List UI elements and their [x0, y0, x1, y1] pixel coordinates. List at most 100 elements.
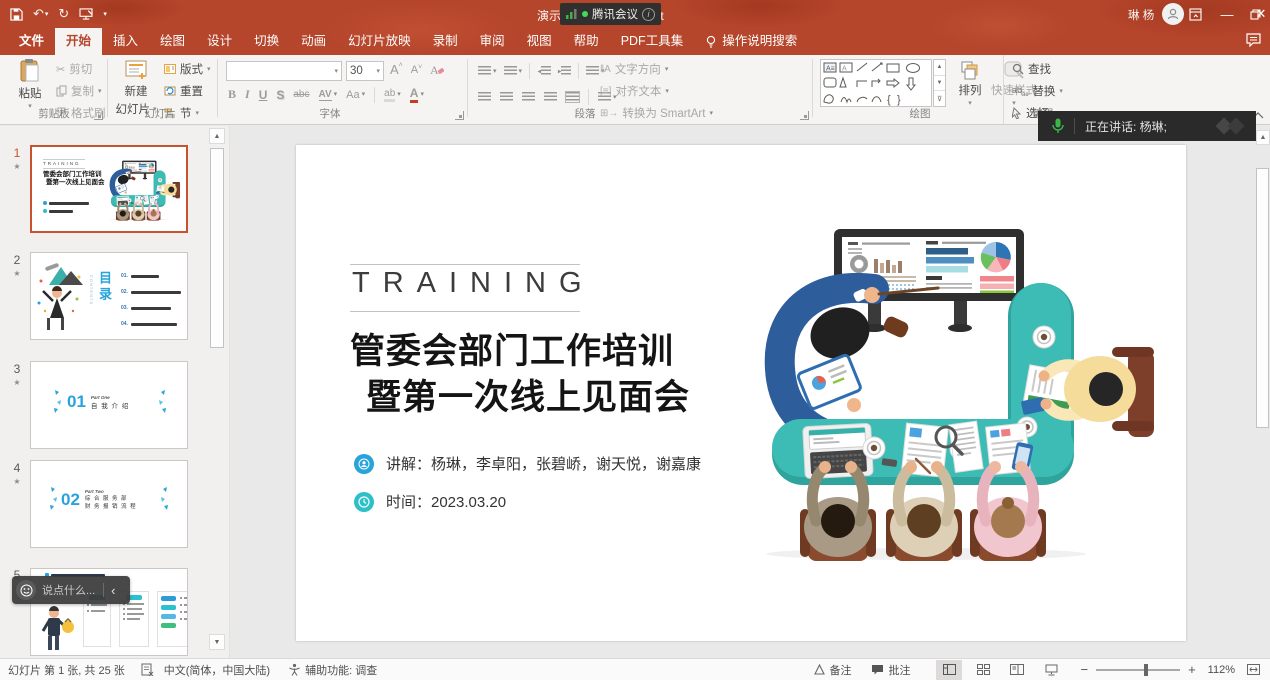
- shapes-scroll-up-icon[interactable]: ▲: [934, 60, 945, 75]
- accessibility-status[interactable]: 辅助功能: 调查: [305, 662, 377, 678]
- save-icon[interactable]: [10, 8, 23, 21]
- comments-button[interactable]: 批注: [871, 662, 910, 678]
- chat-input[interactable]: 说点什么...: [42, 582, 95, 598]
- close-button[interactable]: ✕: [1246, 1, 1270, 27]
- current-slide[interactable]: TRAINING 管委会部门工作培训 暨第一次线上见面会 讲解：杨琳，李卓阳，张…: [296, 145, 1186, 641]
- shapes-gallery[interactable]: A≡ A { }: [820, 59, 932, 107]
- account-name[interactable]: 琳 杨: [1128, 7, 1154, 23]
- tab-design[interactable]: 设计: [196, 28, 243, 55]
- copy-button[interactable]: 复制▾: [56, 83, 102, 99]
- slide-bullet-2[interactable]: 时间：2023.03.20: [354, 491, 506, 512]
- align-left-button[interactable]: [478, 92, 491, 102]
- find-button[interactable]: 查找: [1012, 61, 1051, 77]
- text-shadow-button[interactable]: S: [276, 88, 284, 102]
- replace-button[interactable]: abac 替换▾: [1012, 83, 1063, 99]
- customize-qat-icon[interactable]: ▾: [103, 11, 107, 18]
- meeting-chat-overlay[interactable]: 说点什么... ‹: [12, 576, 130, 604]
- slideshow-view-button[interactable]: [1038, 660, 1064, 680]
- change-case-button[interactable]: Aa▾: [346, 89, 365, 101]
- slide-editor-canvas[interactable]: TRAINING 管委会部门工作培训 暨第一次线上见面会 讲解：杨琳，李卓阳，张…: [230, 126, 1270, 658]
- paragraph-dialog-launcher[interactable]: [800, 111, 809, 120]
- distribute-button[interactable]: [566, 92, 579, 102]
- tab-view[interactable]: 视图: [516, 28, 563, 55]
- text-direction-button[interactable]: ‖A文字方向▾: [600, 61, 668, 77]
- tab-home[interactable]: 开始: [55, 28, 102, 55]
- character-spacing-button[interactable]: AV▾: [319, 89, 338, 101]
- emoji-icon[interactable]: [16, 580, 36, 600]
- zoom-slider-thumb[interactable]: [1144, 664, 1148, 676]
- tab-slideshow[interactable]: 幻灯片放映: [337, 28, 422, 55]
- tab-review[interactable]: 审阅: [469, 28, 516, 55]
- layout-button[interactable]: 版式▾: [164, 61, 211, 77]
- collapse-chat-icon[interactable]: ‹: [111, 583, 115, 598]
- fit-to-window-icon[interactable]: [1247, 664, 1260, 675]
- language-indicator[interactable]: 中文(简体，中国大陆): [164, 662, 270, 678]
- start-slideshow-icon[interactable]: [79, 8, 93, 20]
- slide-bullet-1[interactable]: 讲解：杨琳，李卓阳，张碧峤，谢天悦，谢嘉康: [354, 453, 701, 474]
- slide-thumbnail-4[interactable]: 02 Part Two 综 合 服 务 部 财 务 报 销 流 程: [30, 460, 188, 548]
- clear-formatting-icon[interactable]: A: [430, 63, 444, 76]
- font-size-combo[interactable]: 30▾: [346, 61, 384, 81]
- canvas-scrollbar[interactable]: ▲: [1256, 130, 1270, 654]
- highlight-button[interactable]: ab▾: [384, 88, 401, 102]
- slide-thumbnail-2[interactable]: 目录 CONTENTS 01. 02. 03. 04.: [30, 252, 188, 340]
- slide-counter[interactable]: 幻灯片 第 1 张, 共 25 张: [8, 662, 125, 678]
- thumbnail-scroll-up[interactable]: ▲: [209, 128, 225, 144]
- shapes-scroll-down-icon[interactable]: ▼: [934, 75, 945, 91]
- shrink-font-button[interactable]: A˅: [411, 64, 422, 76]
- strikethrough-button[interactable]: abc: [293, 89, 309, 100]
- meeting-illustration[interactable]: [756, 221, 1176, 561]
- undo-icon[interactable]: ↶: [33, 6, 44, 22]
- reading-view-button[interactable]: [1004, 660, 1030, 680]
- paste-button[interactable]: 粘贴 ▾: [10, 59, 50, 110]
- tab-draw[interactable]: 绘图: [149, 28, 196, 55]
- slide-title-line1[interactable]: 管委会部门工作培训: [350, 323, 674, 374]
- font-dialog-launcher[interactable]: [455, 111, 464, 120]
- numbering-button[interactable]: ▾: [504, 66, 523, 76]
- increase-indent-button[interactable]: ▾: [558, 66, 572, 76]
- tab-pdf-tools[interactable]: PDF工具集: [610, 28, 695, 55]
- thumbnail-scrollbar[interactable]: ▲ ▼: [209, 128, 225, 656]
- notes-button[interactable]: 备注: [814, 662, 851, 678]
- underline-button[interactable]: U: [259, 88, 268, 102]
- zoom-out-button[interactable]: −: [1080, 662, 1088, 677]
- slide-thumbnail-3[interactable]: 01 Part One 自 我 介 绍: [30, 361, 188, 449]
- zoom-level[interactable]: 112%: [1208, 664, 1235, 676]
- canvas-scroll-thumb[interactable]: [1256, 168, 1269, 428]
- align-right-button[interactable]: [522, 92, 535, 102]
- arrange-button[interactable]: 排列 ▾: [952, 60, 988, 107]
- ribbon-display-options-button[interactable]: [1180, 1, 1210, 27]
- tab-record[interactable]: 录制: [422, 28, 469, 55]
- tab-help[interactable]: 帮助: [563, 28, 610, 55]
- font-color-button[interactable]: A▾: [410, 86, 424, 103]
- bold-button[interactable]: B: [228, 87, 236, 102]
- zoom-in-button[interactable]: +: [1188, 662, 1196, 677]
- italic-button[interactable]: I: [245, 87, 250, 102]
- font-name-combo[interactable]: ▾: [226, 61, 342, 81]
- canvas-scroll-up[interactable]: ▲: [1256, 130, 1270, 145]
- align-text-button[interactable]: [≡]对齐文本▾: [600, 83, 669, 99]
- reset-button[interactable]: 重置: [164, 83, 203, 99]
- justify-button[interactable]: [544, 92, 557, 102]
- slide-thumbnail-1[interactable]: TRAINING 管委会部门工作培训 暨第一次线上见面会: [30, 145, 188, 233]
- minimize-button[interactable]: —: [1212, 1, 1242, 27]
- slide-title-line2[interactable]: 暨第一次线上见面会: [366, 369, 690, 420]
- tab-insert[interactable]: 插入: [102, 28, 149, 55]
- clipboard-dialog-launcher[interactable]: [94, 111, 103, 120]
- tab-transitions[interactable]: 切换: [243, 28, 290, 55]
- decrease-indent-button[interactable]: ▾: [537, 66, 551, 76]
- slide-kicker[interactable]: TRAINING: [352, 267, 595, 300]
- grow-font-button[interactable]: A˄: [390, 62, 403, 77]
- slide-sorter-view-button[interactable]: [970, 660, 996, 680]
- shapes-more-icon[interactable]: ⊽: [934, 90, 945, 106]
- thumbnail-scroll-thumb[interactable]: [210, 148, 224, 348]
- spellcheck-icon[interactable]: [141, 663, 154, 676]
- shapes-scrollbar[interactable]: ▲ ▼ ⊽: [933, 59, 946, 107]
- normal-view-button[interactable]: [936, 660, 962, 680]
- thumbnail-scroll-down[interactable]: ▼: [209, 634, 225, 650]
- cut-button[interactable]: ✂剪切: [56, 61, 92, 77]
- align-center-button[interactable]: [500, 92, 513, 102]
- tab-animations[interactable]: 动画: [290, 28, 337, 55]
- redo-icon[interactable]: ↻: [58, 6, 69, 22]
- tell-me-search[interactable]: 操作说明搜索: [694, 28, 808, 55]
